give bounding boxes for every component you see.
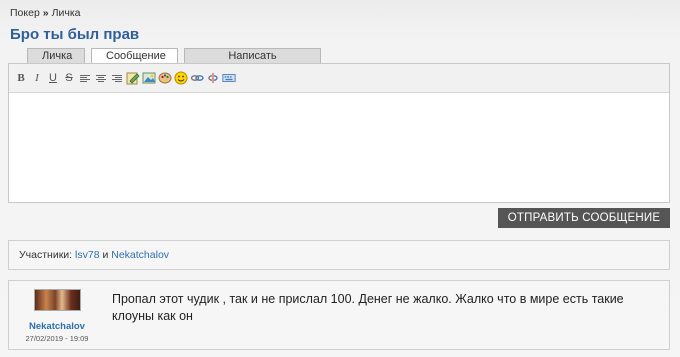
page: Покер» Личка Бро ты был прав Личка Сообще… [0,0,680,357]
palette-icon[interactable] [158,71,172,85]
breadcrumb-item-lichka[interactable]: Личка [52,7,81,19]
unlink-icon[interactable] [206,71,220,85]
message-author[interactable]: Nekatchalov [9,321,105,332]
image-icon[interactable] [142,71,156,85]
edit-icon[interactable] [126,71,140,85]
breadcrumb: Покер» Личка [10,7,81,19]
tab-message[interactable]: Сообщение [91,48,178,63]
editor-toolbar: B I U S [9,64,669,93]
message-item: Nekatchalov 27/02/2019 - 19:09 Пропал эт… [8,280,670,350]
align-left-icon[interactable] [78,71,92,85]
align-center-icon[interactable] [94,71,108,85]
tab-bar: Личка Сообщение Написать сообщение [27,48,321,76]
participants-label: Участники: [19,249,73,261]
message-editor: B I U S [8,63,670,203]
link-icon[interactable] [190,71,204,85]
message-textarea[interactable] [9,93,669,202]
participant-link-nekatchalov[interactable]: Nekatchalov [111,249,169,261]
avatar[interactable] [34,289,81,311]
message-date: 27/02/2019 - 19:09 [25,334,89,343]
smiley-icon[interactable] [174,71,188,85]
breadcrumb-item-poker[interactable]: Покер [10,7,40,19]
send-message-button[interactable]: ОТПРАВИТЬ СООБЩЕНИЕ [498,208,670,228]
page-title: Бро ты был прав [10,26,140,43]
participant-link-lsv78[interactable]: lsv78 [75,249,100,261]
breadcrumb-separator: » [42,7,49,19]
bold-button[interactable]: B [14,71,28,85]
message-text: Пропал этот чудик , так и не прислал 100… [112,292,624,323]
italic-button[interactable]: I [30,71,44,85]
participants-box: Участники: lsv78 и Nekatchalov [8,240,670,270]
tab-lichka[interactable]: Личка [27,48,85,63]
underline-button[interactable]: U [46,71,60,85]
align-right-icon[interactable] [110,71,124,85]
keyboard-icon[interactable] [222,71,236,85]
tab-write-message[interactable]: Написать сообщение [184,48,321,76]
strikethrough-button[interactable]: S [62,71,76,85]
participants-conjunction: и [102,249,109,261]
